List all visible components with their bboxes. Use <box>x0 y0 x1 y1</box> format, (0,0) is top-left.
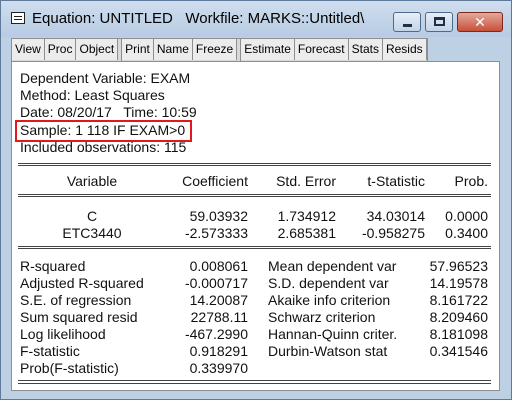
stat-label: S.D. dependent var <box>268 275 389 291</box>
window-title: Equation: UNTITLED Workfile: MARKS::Unti… <box>32 10 365 27</box>
object-button[interactable]: Object <box>76 39 119 60</box>
maximize-button[interactable] <box>425 12 453 32</box>
table-divider <box>18 380 491 381</box>
stat-label: Sum squared resid <box>20 309 138 325</box>
print-button[interactable]: Print <box>122 39 154 60</box>
title-bar[interactable]: Equation: UNTITLED Workfile: MARKS::Unti… <box>1 1 511 37</box>
row-c-prob: 0.0000 <box>445 208 488 224</box>
close-button[interactable]: ✕ <box>457 12 503 32</box>
stat-label: Akaike info criterion <box>268 292 391 308</box>
row-c-coefficient: 59.03932 <box>189 208 248 224</box>
stat-value: 14.20087 <box>189 292 248 308</box>
proc-button[interactable]: Proc <box>44 39 77 60</box>
row-etc3440-t-statistic: -0.958275 <box>361 225 425 241</box>
estimation-output: Dependent Variable: EXAM Method: Least S… <box>11 61 500 391</box>
stats-button[interactable]: Stats <box>348 39 383 60</box>
view-button[interactable]: View <box>12 39 45 60</box>
sample-highlight-box <box>15 120 192 142</box>
stat-value: 14.19578 <box>429 275 488 291</box>
stat-value: 0.341546 <box>429 343 488 359</box>
date-time-line: Date: 08/20/17 Time: 10:59 <box>20 104 197 120</box>
stat-value: 8.181098 <box>429 326 488 342</box>
toolbar: View Proc Object Print Name Freeze Estim… <box>11 38 428 62</box>
freeze-button[interactable]: Freeze <box>192 39 238 60</box>
stat-value: 8.161722 <box>429 292 488 308</box>
column-header-std-error: Std. Error <box>276 173 336 189</box>
resids-button[interactable]: Resids <box>382 39 427 60</box>
forecast-button[interactable]: Forecast <box>294 39 349 60</box>
stat-value: 0.339970 <box>189 360 248 376</box>
row-c-variable: C <box>86 208 98 224</box>
stat-label: Prob(F-statistic) <box>20 360 119 376</box>
stat-label: F-statistic <box>20 343 80 359</box>
row-c-std-error: 1.734912 <box>277 208 336 224</box>
stat-value: 8.209460 <box>429 309 488 325</box>
dependent-variable-line: Dependent Variable: EXAM <box>20 70 191 86</box>
row-etc3440-coefficient: -2.573333 <box>184 225 248 241</box>
column-header-coefficient: Coefficient <box>182 173 248 189</box>
stat-label: Durbin-Watson stat <box>268 343 388 359</box>
column-header-variable: Variable <box>66 173 118 189</box>
row-etc3440-std-error: 2.685381 <box>277 225 336 241</box>
stat-value: 0.008061 <box>189 258 248 274</box>
stat-value: 57.96523 <box>429 258 488 274</box>
stat-value: -0.000717 <box>184 275 248 291</box>
stat-value: -467.2990 <box>184 326 248 342</box>
stat-label: Log likelihood <box>20 326 106 342</box>
minimize-icon <box>403 24 412 27</box>
stat-label: Hannan-Quinn criter. <box>268 326 398 342</box>
column-header-t-statistic: t-Statistic <box>367 173 425 189</box>
method-line: Method: Least Squares <box>20 87 165 103</box>
stat-label: Schwarz criterion <box>268 309 376 325</box>
stat-label: Adjusted R-squared <box>20 275 144 291</box>
column-header-prob: Prob. <box>454 173 488 189</box>
stat-label: S.E. of regression <box>20 292 132 308</box>
window-menu-icon[interactable] <box>11 12 25 24</box>
stat-label: R-squared <box>20 258 86 274</box>
row-etc3440-prob: 0.3400 <box>445 225 488 241</box>
table-divider <box>18 246 491 249</box>
stat-value: 22788.11 <box>190 309 248 325</box>
minimize-button[interactable] <box>393 12 421 32</box>
table-divider <box>18 163 491 166</box>
estimate-button[interactable]: Estimate <box>241 39 295 60</box>
table-divider <box>18 383 491 384</box>
close-icon: ✕ <box>474 14 486 30</box>
name-button[interactable]: Name <box>153 39 193 60</box>
row-c-t-statistic: 34.03014 <box>366 208 425 224</box>
maximize-icon <box>434 17 445 26</box>
stat-value: 0.918291 <box>189 343 248 359</box>
stat-label: Mean dependent var <box>268 258 397 274</box>
table-divider <box>18 194 491 197</box>
row-etc3440-variable: ETC3440 <box>62 225 122 241</box>
equation-window: Equation: UNTITLED Workfile: MARKS::Unti… <box>0 0 512 400</box>
